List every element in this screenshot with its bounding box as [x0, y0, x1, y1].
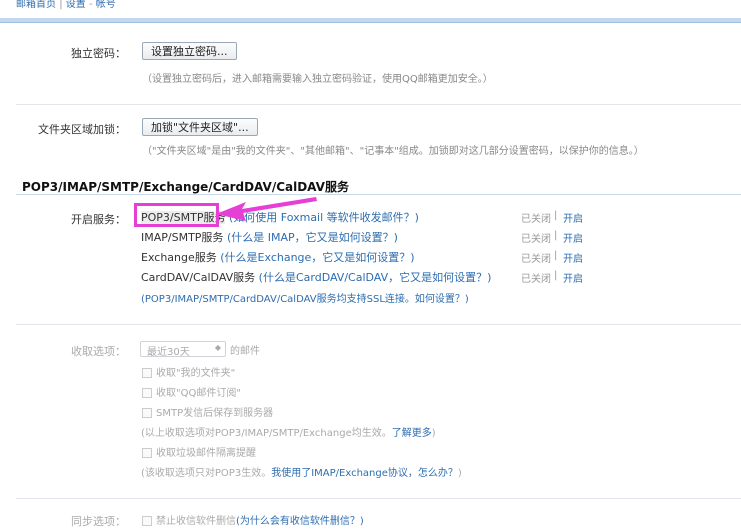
receive-range-suffix: 的邮件	[230, 346, 260, 357]
receive-range-value: 最近30天	[147, 347, 190, 358]
receive-note-1: (以上收取选项对POP3/IMAP/SMTP/Exchange均生效。了解更多)	[141, 424, 436, 439]
folder-lock-hint: （"文件夹区域"是由"我的文件夹"、"其他邮箱"、"记事本"组成。加锁即对这几部…	[142, 146, 644, 157]
checkbox-icon	[142, 388, 152, 398]
why-delete-link[interactable]: 为什么会有收信软件删信？	[240, 516, 360, 527]
enable-exchange-link[interactable]: 开启	[563, 250, 583, 265]
independent-password-label: 独立密码：	[71, 47, 126, 60]
receive-note-2-suffix: )	[457, 468, 462, 479]
breadcrumb-home[interactable]: 邮箱首页	[16, 0, 56, 10]
breadcrumb-separator: -	[88, 0, 93, 10]
service-status: 已关闭	[521, 234, 551, 245]
ssl-howto-link[interactable]: 如何设置？	[415, 294, 465, 305]
service-help-close-paren: )	[393, 231, 398, 244]
service-help-link[interactable]: 什么是 IMAP，它又是如何设置？	[231, 231, 393, 244]
service-status-separator: |	[554, 250, 558, 261]
learn-more-link[interactable]: 了解更多	[392, 428, 432, 439]
receive-options-label: 收取选项：	[71, 345, 126, 358]
enable-pop3-link[interactable]: 开启	[563, 210, 583, 225]
service-name: Exchange服务	[141, 251, 217, 264]
highlight-box	[134, 203, 219, 227]
receive-note-2-prefix: (该收取选项只对POP3生效。	[141, 468, 272, 479]
folder-lock-label: 文件夹区域加锁：	[38, 123, 126, 136]
smtp-save-label: SMTP发信后保存到服务器	[156, 408, 274, 419]
checkbox-icon	[142, 368, 152, 378]
service-row-imap: IMAP/SMTP服务 (什么是 IMAP，它又是如何设置？)	[141, 229, 398, 245]
enable-imap-link[interactable]: 开启	[563, 230, 583, 245]
service-status: 已关闭	[521, 274, 551, 285]
receive-note-2: (该收取选项只对POP3生效。我使用了IMAP/Exchange协议，怎么办？)	[141, 464, 462, 479]
forbid-delete-option[interactable]: 禁止收信软件删信(为什么会有收信软件删信？)	[142, 512, 364, 527]
service-status-separator: |	[554, 270, 558, 281]
receive-subscriptions-option[interactable]: 收取"QQ邮件订阅"	[142, 384, 241, 399]
forbid-delete-label: 禁止收信软件删信	[156, 516, 236, 527]
breadcrumb-separator: |	[59, 0, 63, 10]
section-divider	[16, 194, 741, 195]
service-row-exchange: Exchange服务 (什么是Exchange，它又是如何设置？)	[141, 249, 415, 265]
set-independent-password-button[interactable]: 设置独立密码...	[142, 42, 237, 60]
service-help-close-paren: )	[487, 271, 492, 284]
service-row-carddav: CardDAV/CalDAV服务 (什么是CardDAV/CalDAV，它又是如…	[141, 269, 491, 285]
divider	[16, 498, 741, 499]
receive-range-select[interactable]: 最近30天 ◆	[140, 341, 226, 358]
divider	[16, 104, 741, 105]
sync-help-close-paren: )	[359, 516, 364, 527]
services-label: 开启服务：	[71, 213, 126, 226]
top-bar: 邮箱首页 | 设置 - 帐号	[0, 0, 741, 18]
service-help-close-paren: )	[410, 251, 415, 264]
checkbox-icon	[142, 516, 152, 526]
ssl-note-prefix: (POP3/IMAP/SMTP/CardDAV/CalDAV服务均支持SSL连接…	[141, 294, 415, 305]
section-title: POP3/IMAP/SMTP/Exchange/CardDAV/CalDAV服务	[22, 180, 349, 194]
divider	[16, 324, 741, 325]
service-status: 已关闭	[521, 254, 551, 265]
spam-reminder-label: 收取垃圾邮件隔离提醒	[156, 448, 256, 459]
service-status: 已关闭	[521, 214, 551, 225]
enable-carddav-link[interactable]: 开启	[563, 270, 583, 285]
ssl-note: (POP3/IMAP/SMTP/CardDAV/CalDAV服务均支持SSL连接…	[141, 290, 469, 305]
ssl-note-suffix: )	[464, 294, 469, 305]
receive-my-folders-option[interactable]: 收取"我的文件夹"	[142, 364, 235, 379]
header-divider-line	[0, 22, 741, 23]
lock-folder-area-button[interactable]: 加锁"文件夹区域"...	[142, 118, 258, 136]
breadcrumb-settings[interactable]: 设置	[66, 0, 86, 10]
service-name: CardDAV/CalDAV服务	[141, 271, 256, 284]
smtp-save-option[interactable]: SMTP发信后保存到服务器	[142, 404, 273, 419]
annotation-arrow-icon	[216, 197, 317, 221]
spam-reminder-option[interactable]: 收取垃圾邮件隔离提醒	[142, 444, 256, 459]
receive-note-1-suffix: )	[431, 428, 436, 439]
service-status-separator: |	[554, 210, 558, 221]
receive-subscriptions-label: 收取"QQ邮件订阅"	[156, 388, 241, 399]
imap-exchange-help-link[interactable]: 我使用了IMAP/Exchange协议，怎么办？	[271, 468, 458, 479]
service-help-close-paren: )	[414, 211, 419, 224]
receive-my-folders-label: 收取"我的文件夹"	[156, 368, 236, 379]
service-name: IMAP/SMTP服务	[141, 231, 224, 244]
breadcrumb-current: 帐号	[95, 0, 116, 10]
checkbox-icon	[142, 408, 152, 418]
sync-options-label: 同步选项：	[71, 515, 126, 528]
chevron-down-icon: ◆	[214, 343, 221, 352]
independent-password-hint: （设置独立密码后，进入邮箱需要输入独立密码验证，使用QQ邮箱更加安全。）	[142, 74, 493, 85]
breadcrumb: 邮箱首页 | 设置 - 帐号	[16, 0, 116, 10]
receive-note-1-prefix: (以上收取选项对POP3/IMAP/SMTP/Exchange均生效。	[141, 428, 392, 439]
service-status-separator: |	[554, 230, 558, 241]
service-help-link[interactable]: 什么是Exchange，它又是如何设置？	[225, 251, 411, 264]
service-help-link[interactable]: 什么是CardDAV/CalDAV，它又是如何设置？	[263, 271, 487, 284]
checkbox-icon	[142, 448, 152, 458]
